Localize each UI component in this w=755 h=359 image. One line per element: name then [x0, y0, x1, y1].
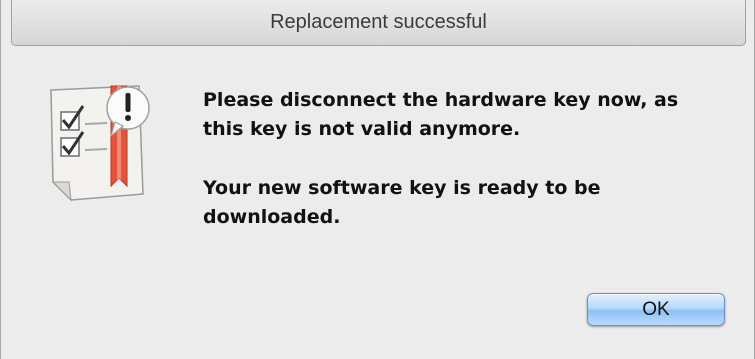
message-line-2: Your new software key is ready to be dow…	[203, 177, 601, 228]
alert-dialog: Replacement successful Please disconnect…	[0, 0, 755, 359]
checklist-alert-icon	[47, 82, 157, 204]
title-bar: Replacement successful	[11, 0, 746, 46]
ok-button[interactable]: OK	[587, 293, 725, 326]
dialog-title: Replacement successful	[270, 11, 487, 33]
message-line-1: Please disconnect the hardware key now, …	[203, 89, 679, 140]
message-text: Please disconnect the hardware key now, …	[203, 86, 748, 232]
